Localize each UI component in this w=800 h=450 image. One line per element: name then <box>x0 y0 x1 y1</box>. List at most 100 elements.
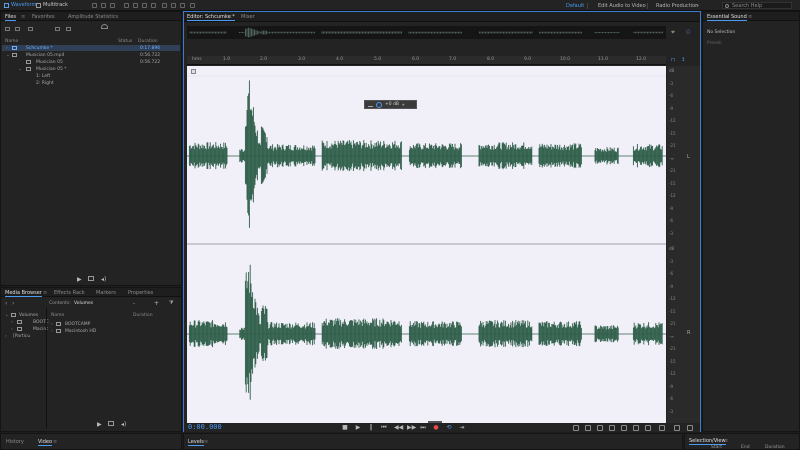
move-to-previous-button[interactable]: ⏮ <box>381 425 387 431</box>
rewind-button[interactable]: ◀◀ <box>394 425 403 431</box>
play-preview-icon[interactable]: ▶ <box>77 276 82 283</box>
workspace-radio-production[interactable]: Radio Production <box>656 3 698 9</box>
volume-icon[interactable]: ◂) <box>121 421 126 428</box>
pin-star-icon[interactable]: ☆ <box>685 28 691 36</box>
panel-resize-handle[interactable] <box>428 421 442 423</box>
spectral-tool-icon[interactable] <box>101 3 106 8</box>
autoplay-icon[interactable] <box>101 24 108 29</box>
filter-icon[interactable]: ⧩ <box>169 300 173 306</box>
file-row[interactable]: › Schcumke * 0:17.896 <box>2 45 180 51</box>
time-ruler[interactable]: hms 1.0 2.0 3.0 4.0 5.0 6.0 7.0 8.0 9.0 … <box>187 56 666 65</box>
volume-tree-item[interactable]: ⌄ Volumes <box>5 312 45 318</box>
tab-favorites[interactable]: Favorites <box>32 14 55 20</box>
panel-menu-icon[interactable]: ≡ <box>748 14 752 20</box>
lasso-tool-icon[interactable] <box>171 3 176 8</box>
pane-divider[interactable] <box>46 308 47 428</box>
zoom-out-full-icon[interactable] <box>621 425 627 431</box>
meter-tool-icon[interactable] <box>92 3 97 8</box>
loop-preview-icon[interactable] <box>108 421 114 426</box>
timecode-display[interactable]: 0:00.000 <box>188 423 222 431</box>
tab-mixer[interactable]: Mixer <box>241 14 255 20</box>
stop-button[interactable]: ■ <box>342 425 348 431</box>
file-row[interactable]: ⌄ Musician 05 * <box>2 66 180 72</box>
column-duration[interactable]: Duration <box>138 39 158 44</box>
back-icon[interactable]: ‹ <box>5 300 7 307</box>
tab-files[interactable]: Files <box>5 14 16 21</box>
record-button[interactable]: ● <box>433 425 439 431</box>
chevron-down-icon[interactable]: ⌄ <box>132 301 136 306</box>
search-help-input[interactable]: Search Help <box>722 2 792 9</box>
pitch-tool-icon[interactable] <box>110 3 115 8</box>
brush-tool-icon[interactable] <box>180 3 185 8</box>
workspace-edit-audio-to-video[interactable]: Edit Audio to Video <box>598 3 646 9</box>
workspace-menu-icon[interactable]: » <box>696 3 699 9</box>
play-preview-icon[interactable]: ▶ <box>97 421 102 428</box>
tab-levels[interactable]: Levels <box>188 439 204 446</box>
zoom-in-point-icon[interactable] <box>633 425 639 431</box>
overview-navigator[interactable] <box>187 26 666 39</box>
loop-playback-button[interactable]: ⟲ <box>446 425 452 431</box>
move-tool-icon[interactable] <box>124 3 129 8</box>
time-selection-tool-icon[interactable] <box>151 3 156 8</box>
channel-row[interactable]: 1: Left <box>2 73 180 79</box>
move-to-next-button[interactable]: ⏭ <box>420 425 426 431</box>
open-file-icon[interactable] <box>5 27 10 31</box>
media-row[interactable]: › Macintosh HD <box>51 328 179 334</box>
tab-properties[interactable]: Properties <box>128 290 153 296</box>
add-shortcut-icon[interactable]: + <box>154 300 159 307</box>
tab-essential-sound[interactable]: Essential Sound <box>707 14 747 21</box>
tab-selection-view[interactable]: Selection/View <box>689 438 726 445</box>
waveform-menu-icon[interactable] <box>191 69 196 74</box>
razor-tool-icon[interactable] <box>133 3 138 8</box>
volume-knob[interactable] <box>376 101 382 108</box>
file-row[interactable]: Musician 05 0:56.722 <box>2 59 180 65</box>
loop-preview-icon[interactable] <box>88 276 94 281</box>
waveform-mode-button[interactable]: Waveform <box>4 2 36 8</box>
volume-tree-item[interactable]: › [Particu <box>5 333 45 339</box>
workspace-default[interactable]: Default <box>566 3 584 9</box>
tab-media-browser[interactable]: Media Browser <box>5 290 42 297</box>
column-name[interactable]: Name <box>5 39 18 44</box>
channel-row[interactable]: 2: Right <box>2 80 180 86</box>
tab-effects-rack[interactable]: Effects Rack <box>54 290 85 296</box>
tab-markers[interactable]: Markers <box>96 290 116 296</box>
zoom-selection-icon[interactable] <box>659 425 665 431</box>
channel-right-toggle[interactable]: R <box>687 330 690 336</box>
channel-left-toggle[interactable]: L <box>687 154 690 160</box>
skip-selection-button[interactable]: ⇥ <box>459 425 465 431</box>
panel-menu-icon[interactable]: ≡ <box>724 438 728 444</box>
contents-dropdown[interactable]: Volumes <box>74 301 93 306</box>
file-row[interactable]: ⌄ Musician 05.mp4 0:56.722 <box>2 52 180 58</box>
multitrack-mode-button[interactable]: Multitrack <box>36 2 68 8</box>
zoom-in-amplitude-icon[interactable] <box>573 425 579 431</box>
new-file-icon[interactable] <box>55 27 60 31</box>
panel-menu-icon[interactable]: ≡ <box>21 14 25 20</box>
zoom-out-point-icon[interactable] <box>645 425 651 431</box>
zoom-left-edge-icon[interactable] <box>674 425 680 431</box>
marker-icon[interactable]: ↕ <box>681 57 685 63</box>
panel-menu-icon[interactable]: ≡ <box>53 439 57 445</box>
tab-close-icon[interactable]: × <box>228 14 232 20</box>
channel-divider[interactable] <box>187 243 666 245</box>
fast-forward-button[interactable]: ▶▶ <box>407 425 416 431</box>
delete-file-icon[interactable] <box>66 27 71 31</box>
panel-menu-icon[interactable]: ≡ <box>204 439 208 445</box>
zoom-out-time-icon[interactable] <box>609 425 615 431</box>
pause-button[interactable]: ‖ <box>368 425 374 431</box>
hud-volume-control[interactable]: +0 dB ⌖ <box>364 100 417 109</box>
zoom-in-time-icon[interactable] <box>597 425 603 431</box>
waveform-display[interactable] <box>187 66 666 423</box>
volume-icon[interactable]: ◂) <box>101 276 106 283</box>
zoom-right-edge-icon[interactable] <box>687 425 693 431</box>
media-row[interactable]: › BOOTCAMP <box>51 321 179 327</box>
zoom-to-fit-icon[interactable]: ⌖ <box>671 28 675 37</box>
play-button[interactable]: ▶ <box>355 425 361 431</box>
insert-in-multitrack-icon[interactable] <box>28 27 33 31</box>
slip-tool-icon[interactable] <box>142 3 147 8</box>
column-name[interactable]: Name <box>51 313 64 318</box>
volume-tree-item[interactable]: › Macint <box>11 326 48 332</box>
panel-menu-icon[interactable]: ≡ <box>43 290 47 296</box>
volume-tree-item[interactable]: › BOOTC <box>11 319 49 325</box>
zoom-out-amplitude-icon[interactable] <box>585 425 591 431</box>
snap-icon[interactable]: ⊓ <box>671 57 675 63</box>
